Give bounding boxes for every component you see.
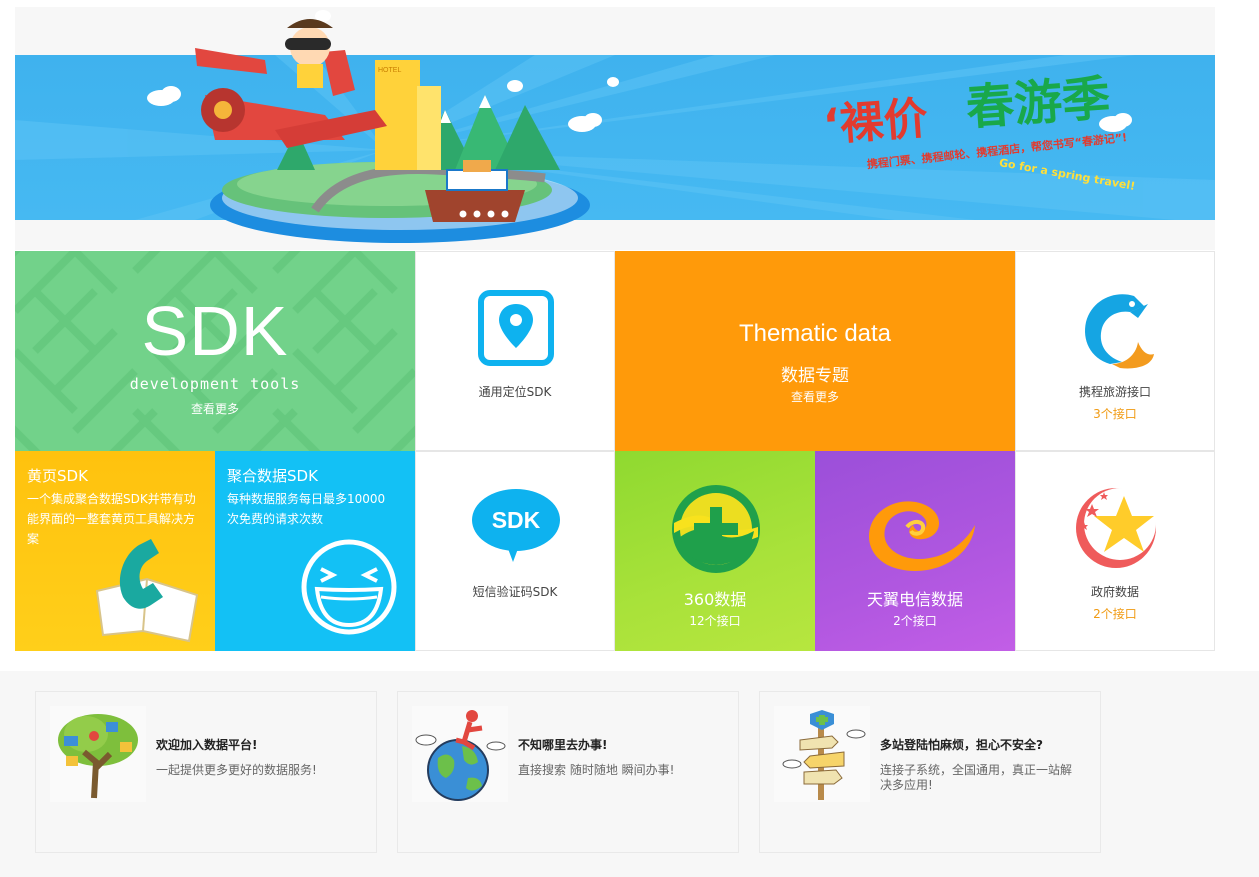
globe-runner-icon <box>412 706 508 802</box>
tianyi-telecom-tile[interactable]: 天翼电信数据 2个接口 <box>815 451 1015 651</box>
sms-sdk-label: 短信验证码SDK <box>472 585 558 599</box>
yellow-pages-title: 黄页SDK <box>27 467 88 485</box>
ctrip-tile[interactable]: 携程旅游接口 3个接口 <box>1015 251 1215 451</box>
data-360-tile[interactable]: 360数据 12个接口 <box>615 451 815 651</box>
hotel-sign: HOTEL <box>378 67 401 74</box>
data-360-label: 360数据 <box>683 590 747 609</box>
feature-title: 欢迎加入数据平台! <box>156 738 258 752</box>
sdk-speech-bubble-icon: SDK <box>472 489 560 562</box>
feature-title: 不知哪里去办事! <box>518 738 608 752</box>
sdk-more-link[interactable]: 查看更多 <box>15 400 415 417</box>
data-tree-icon <box>50 706 146 802</box>
spring-travel-illustration: HOTEL ‘裸价 春游季 携程门票、携程邮轮、携程酒店，帮您书写“春游记”! … <box>15 10 1215 243</box>
thematic-more-link[interactable]: 查看更多 <box>615 388 1015 405</box>
service-grid: SDK development tools 查看更多 通用定位SDK Thema… <box>15 251 1215 651</box>
phone-book-icon <box>95 539 199 643</box>
location-sdk-tile[interactable]: 通用定位SDK <box>415 251 615 451</box>
ctrip-count: 3个接口 <box>1093 407 1137 421</box>
plus-360-icon <box>672 485 760 573</box>
government-data-tile[interactable]: 政府数据 2个接口 <box>1015 451 1215 651</box>
feature-card-join[interactable]: 欢迎加入数据平台! 一起提供更多更好的数据服务! <box>35 691 377 853</box>
government-data-count: 2个接口 <box>1093 607 1137 621</box>
juhe-description: 每种数据服务每日最多10000次免费的请求次数 <box>227 492 386 526</box>
thematic-data-tile[interactable]: Thematic data 数据专题 查看更多 <box>615 251 1015 451</box>
feature-description: 直接搜索 随时随地 瞬间办事! <box>518 763 675 777</box>
feature-description: 一起提供更多更好的数据服务! <box>156 763 317 777</box>
feature-section: 欢迎加入数据平台! 一起提供更多更好的数据服务! 不知哪里去办事! 直接搜索 随… <box>0 671 1259 877</box>
sdk-title: SDK <box>141 292 289 370</box>
promo-banner[interactable]: HOTEL ‘裸价 春游季 携程门票、携程邮轮、携程酒店，帮您书写“春游记”! … <box>15 10 1215 243</box>
star-badge-icon <box>1076 488 1156 568</box>
government-data-label: 政府数据 <box>1090 585 1139 599</box>
sms-icon-text: SDK <box>492 507 541 533</box>
location-sdk-label: 通用定位SDK <box>478 385 552 399</box>
thematic-subtitle: 数据专题 <box>781 366 849 386</box>
feature-card-search[interactable]: 不知哪里去办事! 直接搜索 随时随地 瞬间办事! <box>397 691 739 853</box>
svg-text:‘裸价: ‘裸价 <box>821 93 929 151</box>
laughing-face-icon <box>301 539 397 635</box>
sdk-subtitle: development tools <box>129 375 301 393</box>
location-pin-icon <box>478 290 554 366</box>
yellow-pages-sdk-tile[interactable]: 黄页SDK 一个集成聚合数据SDK并带有功能界面的一整套黄页工具解决方案 <box>15 451 215 651</box>
feature-card-sso[interactable]: 多站登陆怕麻烦，担心不安全? 连接子系统，全国通用，真正一站解决多应用! <box>759 691 1101 853</box>
juhe-title: 聚合数据SDK <box>227 467 318 485</box>
data-360-count: 12个接口 <box>689 614 741 628</box>
tianyi-label: 天翼电信数据 <box>866 590 963 609</box>
signpost-icon <box>774 706 870 802</box>
thematic-title: Thematic data <box>738 320 892 347</box>
sms-verification-sdk-tile[interactable]: SDK 短信验证码SDK <box>415 451 615 651</box>
sdk-tile[interactable]: SDK development tools 查看更多 <box>15 251 415 451</box>
tianyi-swirl-icon <box>868 501 975 571</box>
svg-text:春游季: 春游季 <box>964 70 1112 136</box>
dolphin-icon <box>1085 294 1154 369</box>
feature-description: 连接子系统，全国通用，真正一站解决多应用! <box>880 763 1073 792</box>
ctrip-label: 携程旅游接口 <box>1078 385 1151 399</box>
tianyi-count: 2个接口 <box>893 614 937 628</box>
feature-title: 多站登陆怕麻烦，担心不安全? <box>880 738 1043 752</box>
juhe-sdk-tile[interactable]: 聚合数据SDK 每种数据服务每日最多10000次免费的请求次数 <box>215 451 415 651</box>
